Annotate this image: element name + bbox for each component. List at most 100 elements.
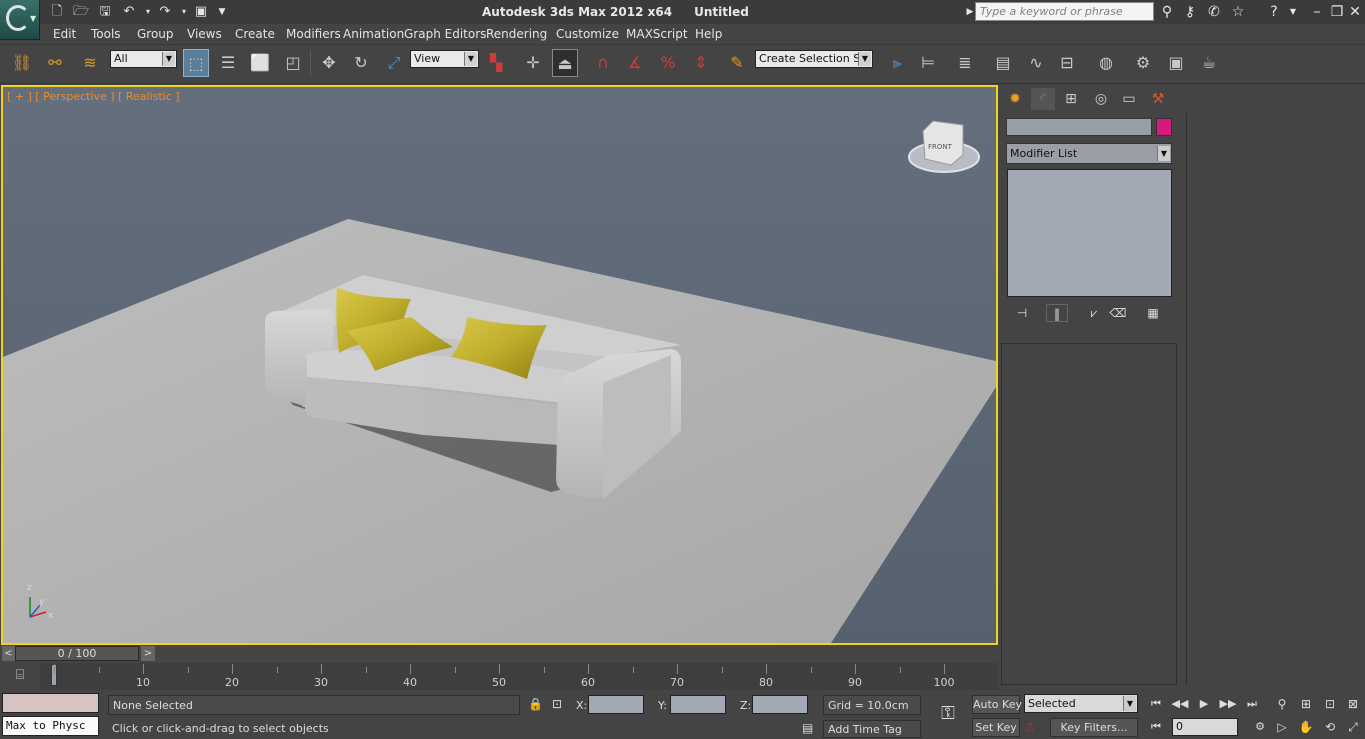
named-selection-sets-dropdown[interactable]: Create Selection Se ▼: [755, 50, 873, 68]
motion-tab-icon[interactable]: ◎: [1089, 88, 1113, 110]
previous-frame-icon[interactable]: ◀◀: [1170, 696, 1190, 712]
bind-to-space-warp-icon[interactable]: ≋: [77, 49, 103, 77]
time-slider-next-button[interactable]: >: [141, 646, 155, 661]
maximize-viewport-icon[interactable]: ⤢: [1343, 718, 1363, 736]
play-animation-icon[interactable]: ▶: [1194, 696, 1214, 712]
maxscript-listener-output[interactable]: [2, 693, 99, 713]
display-tab-icon[interactable]: ▭: [1117, 88, 1141, 110]
pan-view-icon[interactable]: ✋: [1296, 718, 1316, 736]
open-file-icon[interactable]: 🗁: [73, 4, 89, 20]
schematic-view-icon[interactable]: ⊟: [1054, 49, 1080, 77]
curve-editor-icon[interactable]: ∿: [1023, 49, 1049, 77]
save-file-icon[interactable]: 🖫: [97, 4, 113, 20]
utilities-tab-icon[interactable]: ⚒: [1146, 88, 1170, 110]
menu-maxscript[interactable]: MAXScript: [626, 27, 688, 41]
favorites-star-icon[interactable]: ☆: [1229, 3, 1247, 21]
graphite-modeling-tools-icon[interactable]: ▤: [990, 49, 1016, 77]
default-in-out-tangents-icon[interactable]: ⎍: [1026, 720, 1046, 736]
redo-dropdown-icon[interactable]: ▾: [176, 4, 192, 20]
make-unique-icon[interactable]: ⩗: [1083, 304, 1105, 322]
go-to-end-icon[interactable]: ⏭: [1242, 696, 1262, 712]
y-coord-field[interactable]: [670, 695, 726, 714]
select-and-move-icon[interactable]: ✥: [316, 49, 342, 77]
menu-graph-editors[interactable]: Graph Editors: [404, 27, 486, 41]
zoom-extents-icon[interactable]: ⊡: [1320, 695, 1340, 713]
reference-coordinate-system-dropdown[interactable]: View ▼: [410, 50, 479, 68]
create-tab-icon[interactable]: ✹: [1003, 88, 1027, 110]
hierarchy-tab-icon[interactable]: ⊞: [1059, 88, 1083, 110]
snaps-toggle-icon[interactable]: ∩: [590, 49, 616, 77]
absolute-relative-transform-icon[interactable]: ⊡: [552, 697, 568, 713]
window-crossing-icon[interactable]: ◰: [280, 49, 306, 77]
modify-tab-icon[interactable]: ◜: [1031, 88, 1055, 110]
current-frame-field[interactable]: 0: [1172, 718, 1238, 736]
object-name-field[interactable]: [1006, 118, 1152, 136]
zoom-all-icon[interactable]: ⊞: [1296, 695, 1316, 713]
select-by-name-icon[interactable]: ☰: [215, 49, 241, 77]
menu-help[interactable]: Help: [695, 27, 722, 41]
menu-rendering[interactable]: Rendering: [486, 27, 547, 41]
time-slider-thumb[interactable]: 0 / 100: [15, 646, 139, 661]
menu-create[interactable]: Create: [235, 27, 275, 41]
z-coord-field[interactable]: [752, 695, 808, 714]
percent-snap-toggle-icon[interactable]: %: [655, 49, 681, 77]
select-and-rotate-icon[interactable]: ↻: [348, 49, 374, 77]
render-production-icon[interactable]: ☕: [1196, 49, 1222, 77]
mirror-icon[interactable]: ⫸: [884, 49, 910, 77]
pin-stack-icon[interactable]: ⊣: [1011, 304, 1033, 322]
menu-edit[interactable]: Edit: [53, 27, 76, 41]
orbit-icon[interactable]: ⟲: [1320, 718, 1340, 736]
rectangular-selection-region-icon[interactable]: ⬜: [247, 49, 273, 77]
time-tag-icon[interactable]: ▤: [802, 721, 818, 737]
rendered-frame-window-icon[interactable]: ▣: [1163, 49, 1189, 77]
key-mode-toggle-icon[interactable]: ⏮: [1146, 719, 1166, 735]
selection-filter-dropdown[interactable]: All ▼: [110, 50, 177, 68]
minimize-window-icon[interactable]: –: [1308, 3, 1326, 21]
time-configuration-icon[interactable]: ⚙: [1250, 719, 1270, 735]
manage-layers-icon[interactable]: ≣: [952, 49, 978, 77]
select-object-icon[interactable]: ⬚: [183, 49, 209, 77]
select-and-link-icon[interactable]: ⛓: [9, 49, 35, 77]
restore-window-icon[interactable]: ❐: [1328, 3, 1346, 21]
menu-group[interactable]: Group: [137, 27, 174, 41]
render-setup-icon[interactable]: ⚙: [1130, 49, 1156, 77]
project-folder-icon[interactable]: ▣: [193, 4, 209, 20]
menu-modifiers[interactable]: Modifiers: [286, 27, 341, 41]
field-of-view-icon[interactable]: ▷: [1272, 718, 1292, 736]
object-color-swatch[interactable]: [1156, 118, 1172, 136]
help-dropdown-icon[interactable]: ▼: [1284, 3, 1302, 21]
zoom-extents-all-icon[interactable]: ⊠: [1343, 695, 1363, 713]
next-frame-icon[interactable]: ▶▶: [1218, 696, 1238, 712]
edit-named-selection-sets-icon[interactable]: ✎: [724, 49, 750, 77]
menu-tools[interactable]: Tools: [91, 27, 121, 41]
maxscript-mini-listener[interactable]: Max to Physc: [2, 716, 99, 736]
satellite-icon[interactable]: ✆: [1205, 3, 1223, 21]
zoom-icon[interactable]: ⚲: [1272, 695, 1292, 713]
menu-views[interactable]: Views: [187, 27, 222, 41]
undo-dropdown-icon[interactable]: ▾: [140, 4, 156, 20]
menu-animation[interactable]: Animation: [343, 27, 404, 41]
x-coord-field[interactable]: [588, 695, 644, 714]
modifier-list-dropdown[interactable]: Modifier List ▼: [1006, 143, 1172, 164]
open-mini-curve-editor-icon[interactable]: ⌸: [8, 667, 32, 685]
redo-icon[interactable]: ↷: [157, 4, 173, 20]
show-end-result-icon[interactable]: ‖: [1046, 304, 1068, 322]
key-search-icon[interactable]: ⚷: [1181, 3, 1199, 21]
spinner-snap-toggle-icon[interactable]: ⇕: [688, 49, 714, 77]
material-editor-icon[interactable]: ◍: [1093, 49, 1119, 77]
modifier-stack[interactable]: [1007, 169, 1172, 297]
key-mode-dropdown[interactable]: Selected ▼: [1024, 694, 1138, 713]
unlink-selection-icon[interactable]: ⚯: [42, 49, 68, 77]
binoculars-icon[interactable]: ⚲: [1158, 3, 1176, 21]
align-icon[interactable]: ⊨: [915, 49, 941, 77]
auto-key-button[interactable]: Auto Key: [972, 695, 1022, 714]
application-button[interactable]: ▼: [0, 0, 40, 40]
new-file-icon[interactable]: 🗋: [49, 4, 65, 20]
keyboard-shortcut-override-icon[interactable]: ⏏: [552, 49, 578, 77]
angle-snap-toggle-icon[interactable]: ∡: [622, 49, 648, 77]
select-and-manipulate-icon[interactable]: ✛: [520, 49, 546, 77]
select-and-scale-icon[interactable]: ⤢: [381, 49, 407, 77]
perspective-viewport[interactable]: FRONT z y x [ + ] [ Perspective ] [ Real…: [1, 85, 998, 645]
undo-icon[interactable]: ↶: [121, 4, 137, 20]
go-to-start-icon[interactable]: ⏮: [1146, 696, 1166, 712]
